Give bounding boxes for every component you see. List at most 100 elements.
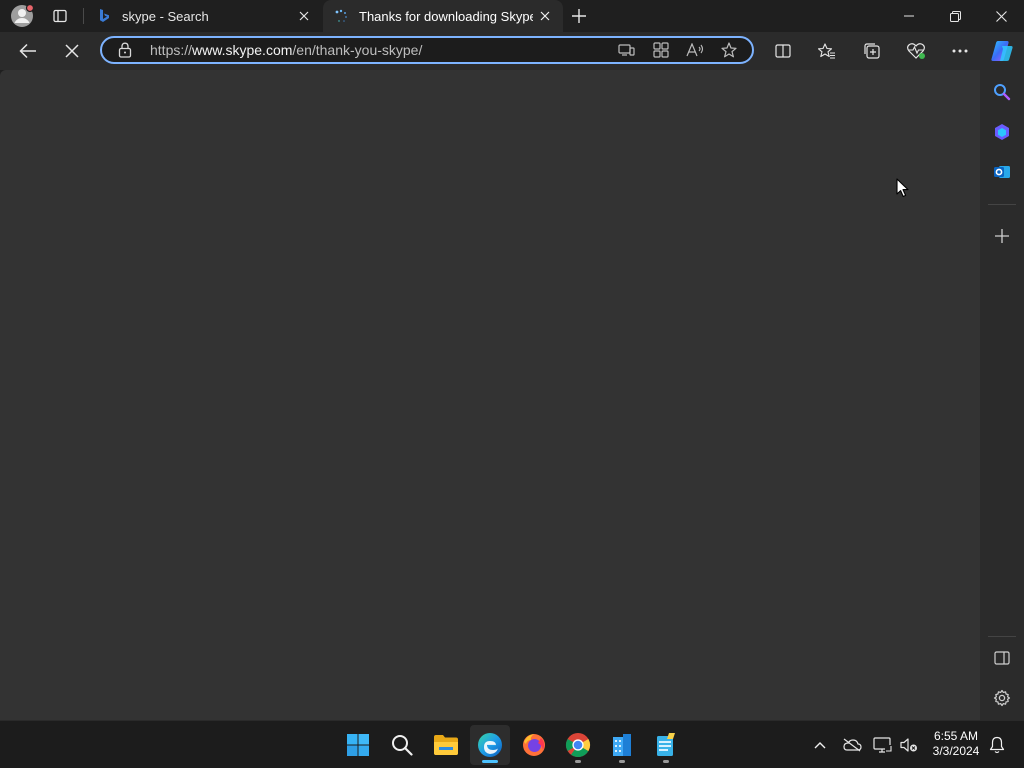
url-text: https://www.skype.com/en/thank-you-skype… [150,42,610,58]
heart-pulse-icon [907,43,925,59]
sidebar-settings-button[interactable] [986,682,1018,714]
tab-title: skype - Search [122,8,209,24]
close-icon [540,11,550,21]
clock-time: 6:55 AM [933,729,979,743]
minimize-button[interactable] [886,0,932,32]
app-available-button[interactable] [610,38,644,62]
network-button[interactable] [869,731,897,759]
star-icon [721,42,737,58]
split-screen-icon [775,44,791,58]
chrome-taskbar-button[interactable] [558,725,598,765]
loading-spinner-icon [333,8,349,24]
settings-more-button[interactable] [944,35,976,67]
tab-thanks-skype[interactable]: Thanks for downloading Skype [323,0,563,32]
firefox-taskbar-button[interactable] [514,725,554,765]
favorites-icon [818,43,835,59]
tab-actions-button[interactable] [46,4,74,28]
system-clock[interactable]: 6:55 AM 3/3/2024 [926,729,986,759]
sidebar-add-button[interactable] [986,220,1018,252]
edge-taskbar-button[interactable] [470,725,510,765]
volume-muted-icon [900,738,917,752]
back-button[interactable] [12,35,44,67]
app-building-icon [613,734,631,756]
close-icon [65,44,79,58]
back-arrow-icon [19,43,36,59]
outlook-icon [994,166,1010,178]
file-explorer-button[interactable] [426,725,466,765]
network-icon [873,737,892,753]
search-icon [994,84,1011,101]
profile-avatar[interactable] [10,3,35,28]
new-tab-button[interactable] [567,4,591,28]
collections-icon [864,43,880,59]
chevron-up-icon [814,742,826,749]
window-close-button[interactable] [978,0,1024,32]
bell-icon [989,736,1005,754]
qr-code-button[interactable] [644,38,678,62]
browser-essentials-button[interactable] [900,35,932,67]
grid-icon [653,42,669,58]
notifications-button[interactable] [983,731,1011,759]
url-host: www.skype.com [192,42,293,58]
sidebar-divider [988,636,1016,637]
close-icon [299,11,309,21]
taskbar-search-button[interactable] [382,725,422,765]
edge-icon [478,733,502,757]
close-icon [995,10,1007,22]
volume-button[interactable] [895,731,923,759]
hide-sidebar-button[interactable] [986,642,1018,674]
read-aloud-icon [686,43,704,57]
read-aloud-button[interactable] [678,38,712,62]
title-bar: skype - Search Thanks for downloading Sk… [0,0,1024,32]
app-available-icon [618,44,635,56]
copilot-button[interactable] [986,35,1018,67]
firefox-icon [523,734,545,756]
tab-title: Thanks for downloading Skype [359,8,533,24]
gear-icon [993,689,1011,707]
favorites-button[interactable] [811,35,843,67]
tab-separator [83,8,84,24]
url-path: /en/thank-you-skype/ [292,42,423,58]
onedrive-button[interactable] [838,731,866,759]
mouse-cursor-icon [896,178,910,203]
app-building-taskbar-button[interactable] [602,725,642,765]
clock-date: 3/3/2024 [932,744,980,758]
running-indicator [663,760,669,763]
stop-loading-button[interactable] [56,35,88,67]
sidebar-outlook-button[interactable] [986,156,1018,188]
copilot-icon [991,41,1013,61]
tab-actions-icon [53,9,67,23]
copilot-icon [995,124,1009,140]
url-scheme: https:// [150,42,193,58]
running-indicator [575,760,581,763]
add-favorite-button[interactable] [712,38,746,62]
running-indicator [619,760,625,763]
plus-icon [995,229,1009,243]
active-indicator [482,760,498,763]
restore-button[interactable] [932,0,978,32]
sidebar-panel-icon [994,651,1010,665]
tab-close-button[interactable] [292,4,316,28]
windows-taskbar: 6:55 AM 3/3/2024 [0,720,1024,768]
lock-icon[interactable] [116,41,134,59]
collections-button[interactable] [856,35,888,67]
start-button[interactable] [338,725,378,765]
tab-skype-search[interactable]: skype - Search [86,0,322,32]
minimize-icon [904,15,914,17]
avatar-icon [11,3,35,27]
show-hidden-icons-button[interactable] [806,731,834,759]
more-icon [952,49,968,53]
sidebar-copilot-button[interactable] [986,116,1018,148]
file-explorer-icon [434,735,458,755]
tab-close-button[interactable] [533,4,557,28]
start-icon [347,734,369,756]
app-notepad-taskbar-button[interactable] [646,725,686,765]
address-bar[interactable]: https://www.skype.com/en/thank-you-skype… [100,36,754,64]
plus-icon [572,9,586,23]
web-content-area[interactable] [0,70,980,720]
navigation-toolbar: https://www.skype.com/en/thank-you-skype… [0,32,1024,70]
sidebar-divider [988,204,1016,205]
sidebar-search-button[interactable] [986,76,1018,108]
search-icon [392,735,413,756]
split-screen-button[interactable] [767,35,799,67]
